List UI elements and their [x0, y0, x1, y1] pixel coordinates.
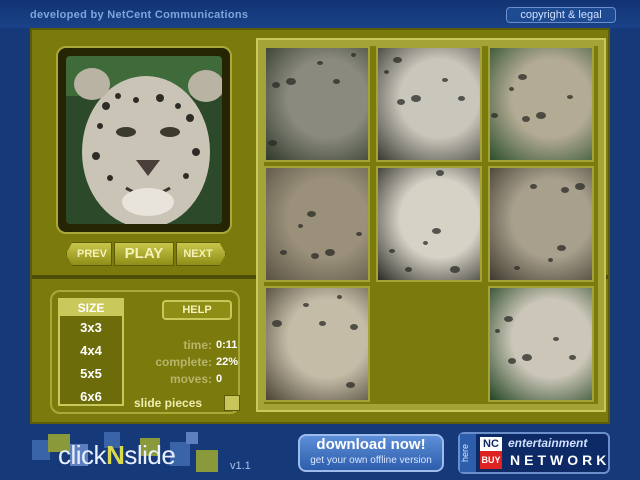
puzzle-tile[interactable] — [264, 286, 370, 402]
moves-label: moves: — [169, 372, 212, 386]
entertainment-label: entertainment — [508, 436, 588, 450]
download-button[interactable]: download now! get your own offline versi… — [298, 434, 444, 472]
preview-image — [66, 56, 222, 224]
network-label: NETWORK — [510, 452, 611, 468]
size-selector: SIZE 3x3 4x4 5x5 6x6 — [58, 298, 124, 406]
help-button[interactable]: HELP — [162, 300, 232, 320]
puzzle-tile[interactable] — [376, 166, 482, 282]
ncbuy-logo: NC BUY — [480, 437, 502, 469]
size-option-5x5[interactable]: 5x5 — [60, 362, 122, 385]
clicknslide-logo: clickNslide — [58, 440, 176, 470]
play-button[interactable]: PLAY — [114, 242, 174, 266]
puzzle-tile[interactable] — [488, 286, 594, 402]
copyright-legal-button[interactable]: copyright & legal — [506, 7, 616, 23]
slide-pieces-checkbox[interactable] — [224, 395, 240, 411]
preview-frame — [56, 46, 232, 234]
control-panel: SIZE 3x3 4x4 5x5 6x6 HELP time: 0:11 com… — [50, 290, 240, 414]
size-option-3x3[interactable]: 3x3 — [60, 316, 122, 339]
time-label: time: — [183, 338, 212, 352]
here-tab: here — [460, 434, 476, 472]
puzzle-frame — [256, 38, 606, 412]
size-option-6x6[interactable]: 6x6 — [60, 385, 122, 408]
developer-credit: developed by NetCent Communications — [30, 9, 249, 21]
size-option-4x4[interactable]: 4x4 — [60, 339, 122, 362]
game-board: PREV PLAY NEXT SIZE 3x3 4x4 5x5 6x6 HELP… — [30, 28, 610, 424]
puzzle-tile[interactable] — [264, 166, 370, 282]
puzzle-grid — [264, 46, 598, 404]
puzzle-tile[interactable] — [488, 46, 594, 162]
prev-button[interactable]: PREV — [66, 242, 112, 266]
empty-slot — [376, 286, 482, 402]
download-title: download now! — [316, 436, 426, 453]
header-bar: developed by NetCent Communications copy… — [0, 0, 640, 28]
next-button[interactable]: NEXT — [176, 242, 226, 266]
snow-leopard-preview — [66, 56, 222, 224]
puzzle-tile[interactable] — [376, 46, 482, 162]
time-value: 0:11 — [216, 339, 238, 351]
complete-value: 22% — [216, 356, 239, 368]
puzzle-tile[interactable] — [488, 166, 594, 282]
size-title: SIZE — [60, 300, 122, 316]
version-label: v1.1 — [230, 460, 251, 472]
entertainment-network-button[interactable]: here NC BUY entertainment NETWORK — [458, 432, 610, 474]
puzzle-tile[interactable] — [264, 46, 370, 162]
moves-value: 0 — [216, 373, 223, 385]
slide-pieces-label: slide pieces — [134, 396, 203, 410]
complete-label: complete: — [155, 355, 212, 369]
download-subtitle: get your own offline version — [310, 455, 432, 466]
